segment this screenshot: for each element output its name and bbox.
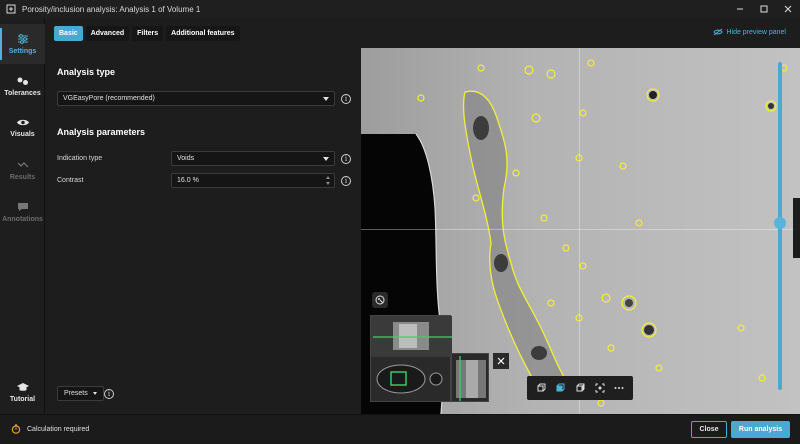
view-toolbar [527, 376, 633, 400]
close-window-button[interactable] [776, 0, 800, 18]
sliders-icon [17, 33, 28, 44]
tolerances-icon [17, 77, 28, 85]
side-view-minimap[interactable] [451, 353, 489, 402]
fit-to-view-icon[interactable] [593, 381, 607, 395]
eye-icon [16, 119, 29, 126]
contrast-label: Contrast [57, 177, 84, 184]
rail-item-tutorial[interactable]: Tutorial [0, 372, 45, 412]
indication-type-label: Indication type [57, 155, 103, 162]
indication-type-value: Voids [177, 155, 195, 162]
tab-advanced[interactable]: Advanced [85, 26, 130, 41]
overview-minimap[interactable] [370, 315, 452, 402]
tab-basic[interactable]: Basic [54, 26, 83, 41]
presets-info-icon[interactable]: i [104, 389, 114, 399]
window-controls [728, 0, 800, 18]
rail-label-tolerances: Tolerances [4, 89, 41, 97]
chevron-down-icon [92, 392, 97, 395]
hide-preview-label: Hide preview panel [726, 28, 786, 36]
preview-panel[interactable] [361, 48, 800, 414]
results-icon [17, 161, 28, 167]
rail-label-visuals: Visuals [10, 131, 35, 138]
view-cube-icon[interactable] [534, 381, 548, 395]
run-analysis-button[interactable]: Run analysis [731, 421, 790, 438]
presets-label: Presets [64, 390, 88, 397]
color-palette-button[interactable] [372, 292, 388, 308]
stopwatch-icon [11, 424, 21, 434]
rail-item-tolerances[interactable]: Tolerances [0, 66, 45, 106]
rail-item-annotations[interactable]: Annotations [0, 192, 45, 232]
analysis-type-info-icon[interactable]: i [341, 94, 351, 104]
contrast-info-icon[interactable]: i [341, 176, 351, 186]
crosshair-horizontal [361, 229, 800, 230]
left-navigation-rail: Settings Tolerances Visuals Results Anno… [0, 18, 45, 414]
crosshair-vertical [579, 48, 580, 414]
contrast-input[interactable]: 16.0 % [171, 173, 335, 188]
slice-slider-thumb[interactable] [774, 216, 786, 229]
analysis-parameters-heading: Analysis parameters [57, 127, 146, 137]
rail-item-visuals[interactable]: Visuals [0, 108, 45, 148]
analysis-type-select[interactable]: VGEasyPore (recommended) [57, 91, 335, 106]
footer-bar: Calculation required Close Run analysis [0, 414, 800, 444]
contrast-value: 16.0 % [177, 177, 199, 184]
graduation-cap-icon [16, 382, 29, 391]
palette-icon [375, 295, 385, 305]
window-title: Porosity/inclusion analysis: Analysis 1 … [22, 4, 201, 14]
more-options-icon[interactable] [612, 381, 626, 395]
minimize-icon [737, 8, 743, 10]
side-view [456, 356, 486, 401]
calculation-status: Calculation required [11, 424, 89, 434]
settings-panel: Basic Advanced Filters Additional featur… [46, 18, 361, 414]
view-side-icon[interactable] [573, 381, 587, 395]
contrast-stepper[interactable] [326, 176, 330, 185]
rail-label-annotations: Annotations [2, 215, 43, 223]
minimap-close-button[interactable] [493, 353, 509, 369]
indication-type-select[interactable]: Voids [171, 151, 335, 166]
minimap-views [371, 316, 452, 394]
rail-label-results: Results [9, 173, 36, 181]
presets-button[interactable]: Presets [57, 386, 104, 401]
close-button[interactable]: Close [691, 421, 727, 438]
minimize-button[interactable] [728, 0, 752, 18]
chevron-down-icon [323, 97, 329, 101]
indication-type-info-icon[interactable]: i [341, 154, 351, 164]
close-icon [497, 357, 505, 365]
preview-header: Hide preview panel [361, 18, 800, 48]
status-text: Calculation required [27, 425, 90, 433]
eye-off-icon [713, 28, 724, 36]
maximize-button[interactable] [752, 0, 776, 18]
app-icon [5, 3, 17, 15]
settings-tabs: Basic Advanced Filters Additional featur… [54, 26, 240, 41]
rail-label-tutorial: Tutorial [9, 395, 36, 403]
comment-icon [17, 202, 28, 211]
tab-additional-features[interactable]: Additional features [166, 26, 240, 41]
rail-item-settings[interactable]: Settings [0, 24, 45, 64]
chevron-down-icon [323, 157, 329, 161]
title-bar: Porosity/inclusion analysis: Analysis 1 … [0, 0, 800, 18]
view-front-icon[interactable] [553, 381, 567, 395]
close-icon [784, 5, 792, 13]
rail-item-results[interactable]: Results [0, 150, 45, 190]
analysis-type-value: VGEasyPore (recommended) [63, 95, 155, 102]
tab-filters[interactable]: Filters [132, 26, 164, 41]
panel-edge-handle[interactable] [793, 198, 800, 258]
hide-preview-panel-button[interactable]: Hide preview panel [713, 28, 786, 36]
analysis-type-heading: Analysis type [57, 67, 116, 77]
maximize-icon [760, 5, 768, 13]
rail-label-settings: Settings [8, 47, 37, 55]
